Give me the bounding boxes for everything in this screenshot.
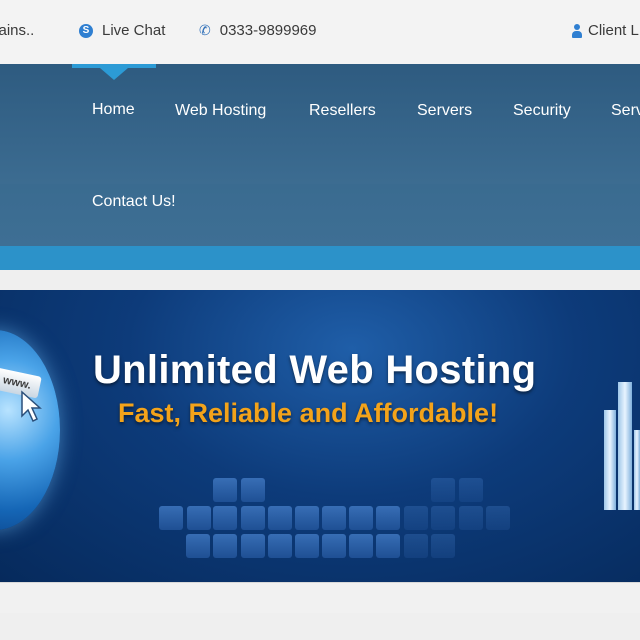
banner-tile [486,506,510,530]
top-bar: mains.. S Live Chat ✆ 0333-9899969 Clien… [0,0,640,64]
banner-tile [459,506,483,530]
banner-footer-strip [0,582,640,613]
banner-tile [431,478,455,502]
banner-tile [459,478,483,502]
active-tab-arrow [100,68,128,80]
phone-icon: ✆ [199,22,211,38]
nav-item-services[interactable]: Serv [611,102,640,120]
banner-tile [431,506,455,530]
client-login-label: Client L [588,22,639,39]
main-nav: Home Web Hosting Resellers Servers Secur… [0,64,640,246]
banner-tile [241,534,265,558]
live-chat-link[interactable]: S Live Chat [79,22,165,39]
nav-item-security[interactable]: Security [513,102,571,120]
banner-tile [213,478,237,502]
banner-tile [322,534,346,558]
banner-tile [241,506,265,530]
domains-label: mains.. [0,22,35,39]
nav-row-primary [0,64,640,184]
nav-item-home[interactable]: Home [92,101,135,119]
hero-banner[interactable]: www. Unlimited Web Hosting Fast, Reliabl… [0,290,640,582]
banner-tile [349,506,373,530]
banner-tile [213,534,237,558]
domains-link[interactable]: mains.. [0,22,34,39]
banner-tile [349,534,373,558]
skype-icon: S [79,23,93,38]
client-login-link[interactable]: Client L [572,22,639,39]
banner-tile [404,506,428,530]
nav-item-contact[interactable]: Contact Us! [92,193,176,211]
phone-link[interactable]: ✆ 0333-9899969 [199,22,317,39]
live-chat-label: Live Chat [102,22,166,39]
content-gap [0,270,640,290]
banner-tile [376,534,400,558]
banner-tile [187,506,211,530]
banner-tile [295,534,319,558]
banner-subtitle: Fast, Reliable and Affordable! [118,398,499,428]
banner-tile [431,534,455,558]
accent-strip [0,246,640,270]
nav-item-servers[interactable]: Servers [417,102,472,120]
server-buildings-graphic [600,380,640,510]
phone-label: 0333-9899969 [219,22,317,39]
nav-item-web-hosting[interactable]: Web Hosting [175,102,266,120]
banner-tile [268,506,292,530]
tile-grid [0,290,640,582]
banner-tile [186,534,210,558]
banner-title: Unlimited Web Hosting [93,348,537,392]
banner-tile [241,478,265,502]
banner-tile [295,506,319,530]
cursor-icon [21,390,42,423]
banner-tile [376,506,400,530]
banner-tile [159,506,183,530]
banner-tile [322,506,346,530]
user-icon [572,23,582,38]
banner-tile [213,506,237,530]
banner-tile [268,534,292,558]
banner-tile [404,534,428,558]
nav-item-resellers[interactable]: Resellers [309,102,376,120]
